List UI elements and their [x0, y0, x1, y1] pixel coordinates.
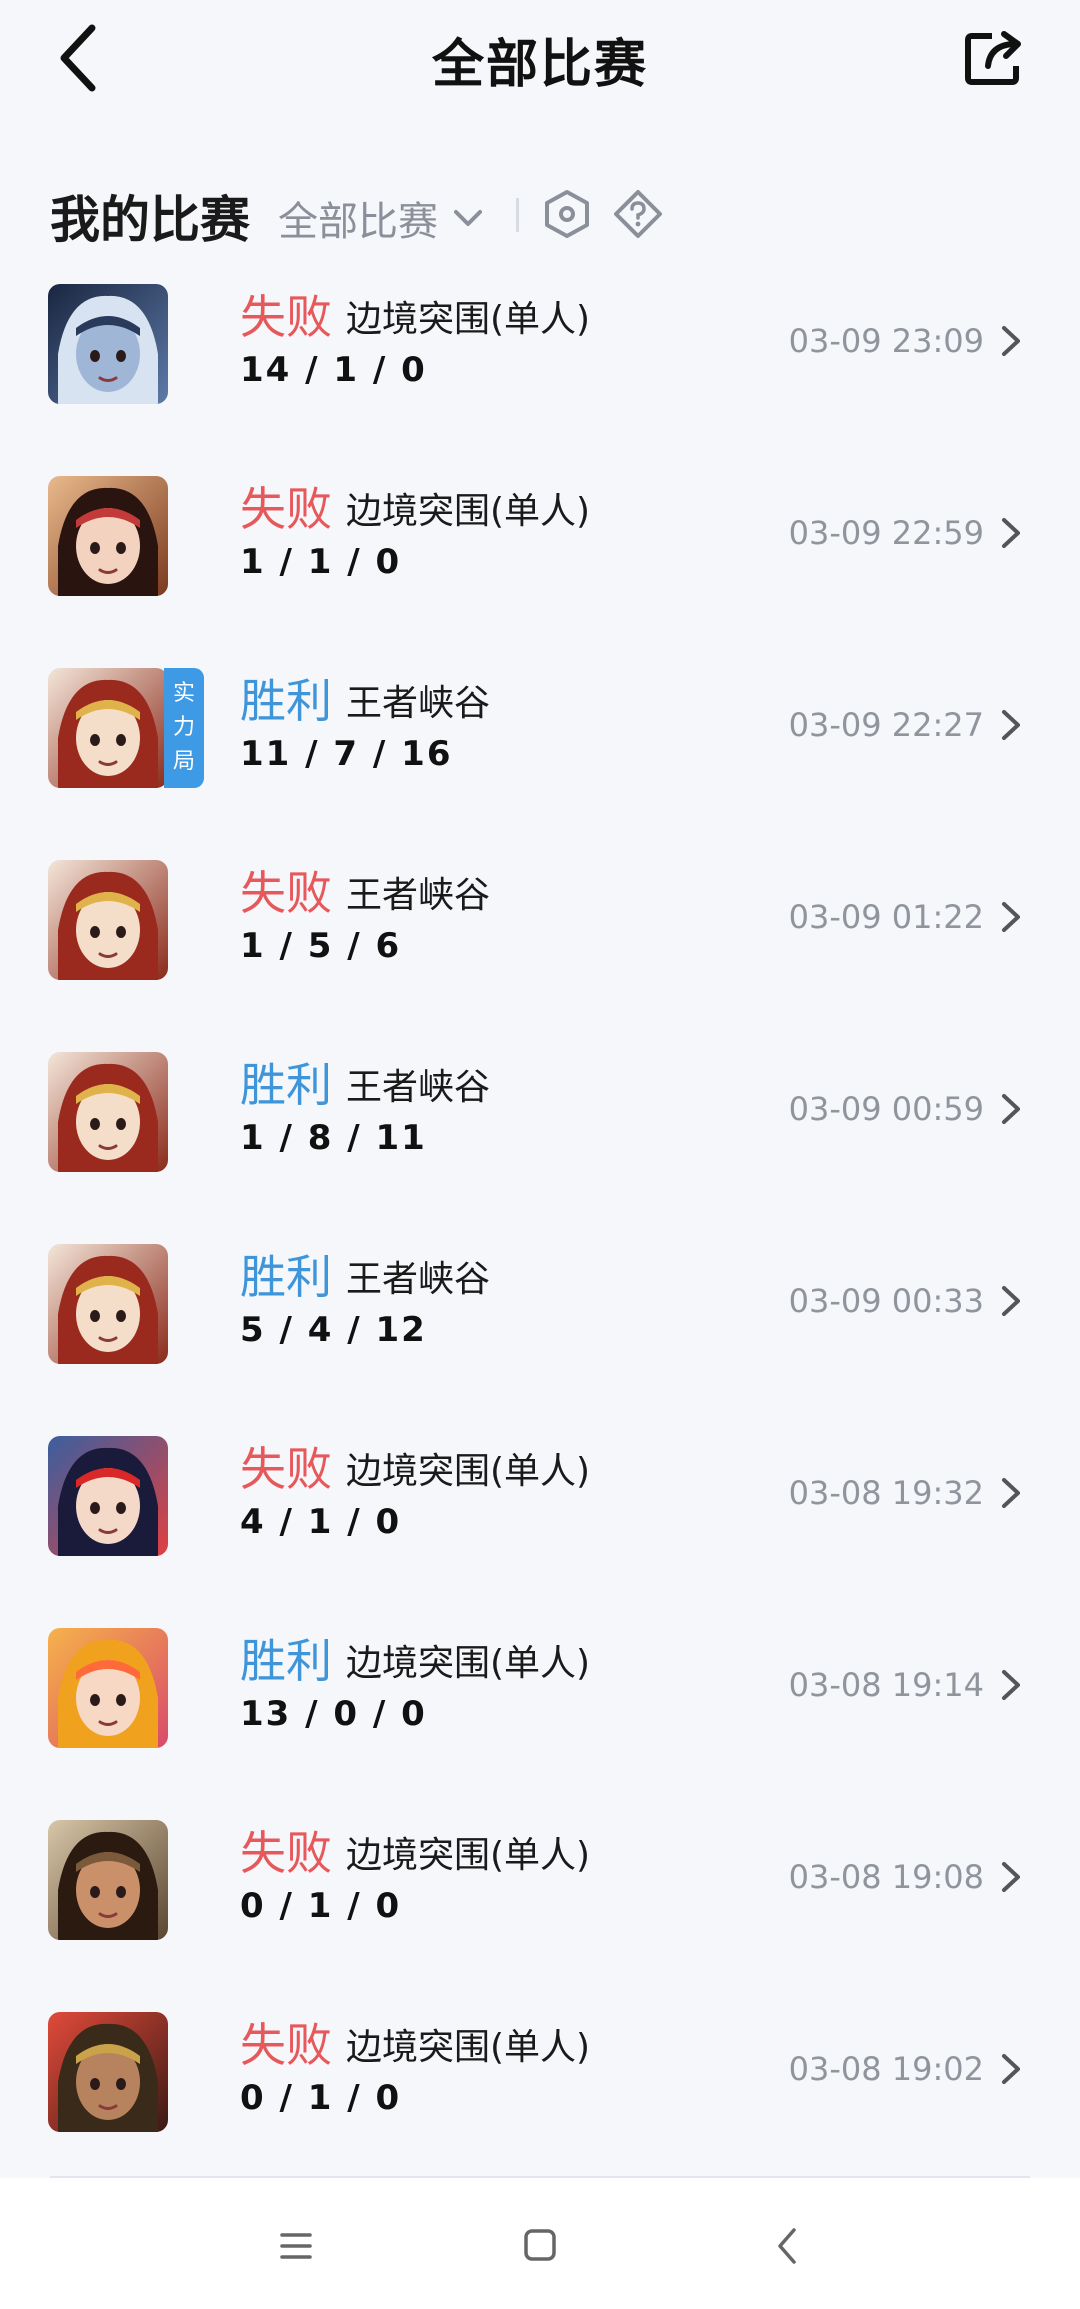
match-result: 胜利 [240, 674, 332, 728]
match-result: 失败 [240, 2018, 332, 2072]
hero-avatar [48, 1436, 168, 1556]
diamond-question-icon[interactable] [612, 188, 664, 240]
game-mode: 边境突围(单人) [346, 1643, 591, 1684]
hero-avatar [48, 284, 168, 404]
hero-avatar [48, 476, 168, 596]
match-filter-dropdown[interactable]: 全部比赛 [278, 188, 486, 248]
game-mode: 边境突围(单人) [346, 1835, 591, 1876]
top-bar: 全部比赛 [0, 0, 1080, 120]
match-time: 03-08 19:08 [788, 1858, 984, 1896]
back-icon[interactable] [774, 2226, 800, 2266]
match-result: 失败 [240, 482, 332, 536]
match-time: 03-08 19:14 [788, 1666, 984, 1704]
match-row[interactable]: 胜利 边境突围(单人) 13 / 0 / 0 03-08 19:14 [0, 1622, 1080, 1814]
hexagon-icon[interactable] [542, 188, 592, 240]
kda-score: 4 / 1 / 0 [240, 1502, 402, 1542]
filter-divider [516, 198, 519, 232]
match-row[interactable]: 失败 边境突围(单人) 4 / 1 / 0 03-08 19:32 [0, 1430, 1080, 1622]
match-history-page: 全部比赛 我的比赛 全部比赛 失败 边境突围(单人) 14 / 1 / 0 03… [0, 0, 1080, 2309]
filter-label: 全部比赛 [278, 199, 438, 245]
match-time: 03-09 22:27 [788, 706, 984, 744]
chevron-right-icon [1002, 1286, 1020, 1316]
chevron-right-icon [1002, 1094, 1020, 1124]
section-title: 我的比赛 [50, 191, 250, 249]
hero-avatar [48, 1052, 168, 1172]
match-row[interactable]: 失败 边境突围(单人) 0 / 1 / 0 03-08 19:08 [0, 1814, 1080, 2006]
match-row[interactable]: 胜利 王者峡谷 5 / 4 / 12 03-09 00:33 [0, 1238, 1080, 1430]
match-result: 失败 [240, 866, 332, 920]
match-result: 胜利 [240, 1250, 332, 1304]
game-mode: 边境突围(单人) [346, 1451, 591, 1492]
match-result: 胜利 [240, 1058, 332, 1112]
match-row[interactable]: 失败 边境突围(单人) 14 / 1 / 0 03-09 23:09 [0, 278, 1080, 470]
hero-avatar [48, 2012, 168, 2132]
home-icon[interactable] [523, 2228, 557, 2262]
page-title: 全部比赛 [431, 35, 648, 95]
match-time: 03-09 01:22 [788, 898, 984, 936]
chevron-right-icon [1002, 518, 1020, 548]
hero-avatar [48, 1628, 168, 1748]
hero-avatar [48, 1820, 168, 1940]
chevron-down-icon [454, 210, 482, 226]
chevron-right-icon [1002, 1478, 1020, 1508]
kda-score: 5 / 4 / 12 [240, 1310, 427, 1350]
filter-row: 我的比赛 全部比赛 [50, 176, 1030, 256]
game-mode: 王者峡谷 [346, 1067, 491, 1108]
kda-score: 0 / 1 / 0 [240, 1886, 402, 1926]
match-row[interactable]: 实力局 胜利 王者峡谷 11 / 7 / 16 03-09 22:27 [0, 662, 1080, 854]
hero-avatar [48, 860, 168, 980]
chevron-right-icon [1002, 326, 1020, 356]
kda-score: 1 / 8 / 11 [240, 1118, 427, 1158]
match-result: 胜利 [240, 1634, 332, 1688]
chevron-right-icon [1002, 1670, 1020, 1700]
match-time: 03-09 00:59 [788, 1090, 984, 1128]
kda-score: 13 / 0 / 0 [240, 1694, 427, 1734]
match-time: 03-09 00:33 [788, 1282, 984, 1320]
kda-score: 1 / 1 / 0 [240, 542, 402, 582]
kda-score: 0 / 1 / 0 [240, 2078, 402, 2118]
kda-score: 11 / 7 / 16 [240, 734, 453, 774]
match-time: 03-09 22:59 [788, 514, 984, 552]
game-mode: 王者峡谷 [346, 875, 491, 916]
match-row[interactable]: 失败 边境突围(单人) 1 / 1 / 0 03-09 22:59 [0, 470, 1080, 662]
game-mode: 王者峡谷 [346, 683, 491, 724]
match-row[interactable]: 失败 王者峡谷 1 / 5 / 6 03-09 01:22 [0, 854, 1080, 1046]
chevron-right-icon [1002, 1862, 1020, 1892]
hero-avatar [48, 668, 168, 788]
chevron-right-icon [1002, 902, 1020, 932]
game-mode: 边境突围(单人) [346, 2027, 591, 2068]
kda-score: 1 / 5 / 6 [240, 926, 402, 966]
match-result: 失败 [240, 1826, 332, 1880]
game-mode: 王者峡谷 [346, 1259, 491, 1300]
match-result: 失败 [240, 290, 332, 344]
match-result: 失败 [240, 1442, 332, 1496]
chevron-right-icon [1002, 710, 1020, 740]
kda-score: 14 / 1 / 0 [240, 350, 427, 390]
ranked-match-badge: 实力局 [164, 668, 204, 788]
chevron-right-icon [1002, 2054, 1020, 2084]
game-mode: 边境突围(单人) [346, 491, 591, 532]
match-time: 03-09 23:09 [788, 322, 984, 360]
game-mode: 边境突围(单人) [346, 299, 591, 340]
match-row[interactable]: 失败 边境突围(单人) 0 / 1 / 0 03-08 19:02 [0, 2006, 1080, 2198]
menu-icon[interactable] [278, 2230, 314, 2262]
match-list: 失败 边境突围(单人) 14 / 1 / 0 03-09 23:09 失败 边境… [0, 278, 1080, 2198]
match-row[interactable]: 胜利 王者峡谷 1 / 8 / 11 03-09 00:59 [0, 1046, 1080, 1238]
hero-avatar [48, 1244, 168, 1364]
share-icon[interactable] [962, 26, 1028, 88]
match-time: 03-08 19:32 [788, 1474, 984, 1512]
match-time: 03-08 19:02 [788, 2050, 984, 2088]
